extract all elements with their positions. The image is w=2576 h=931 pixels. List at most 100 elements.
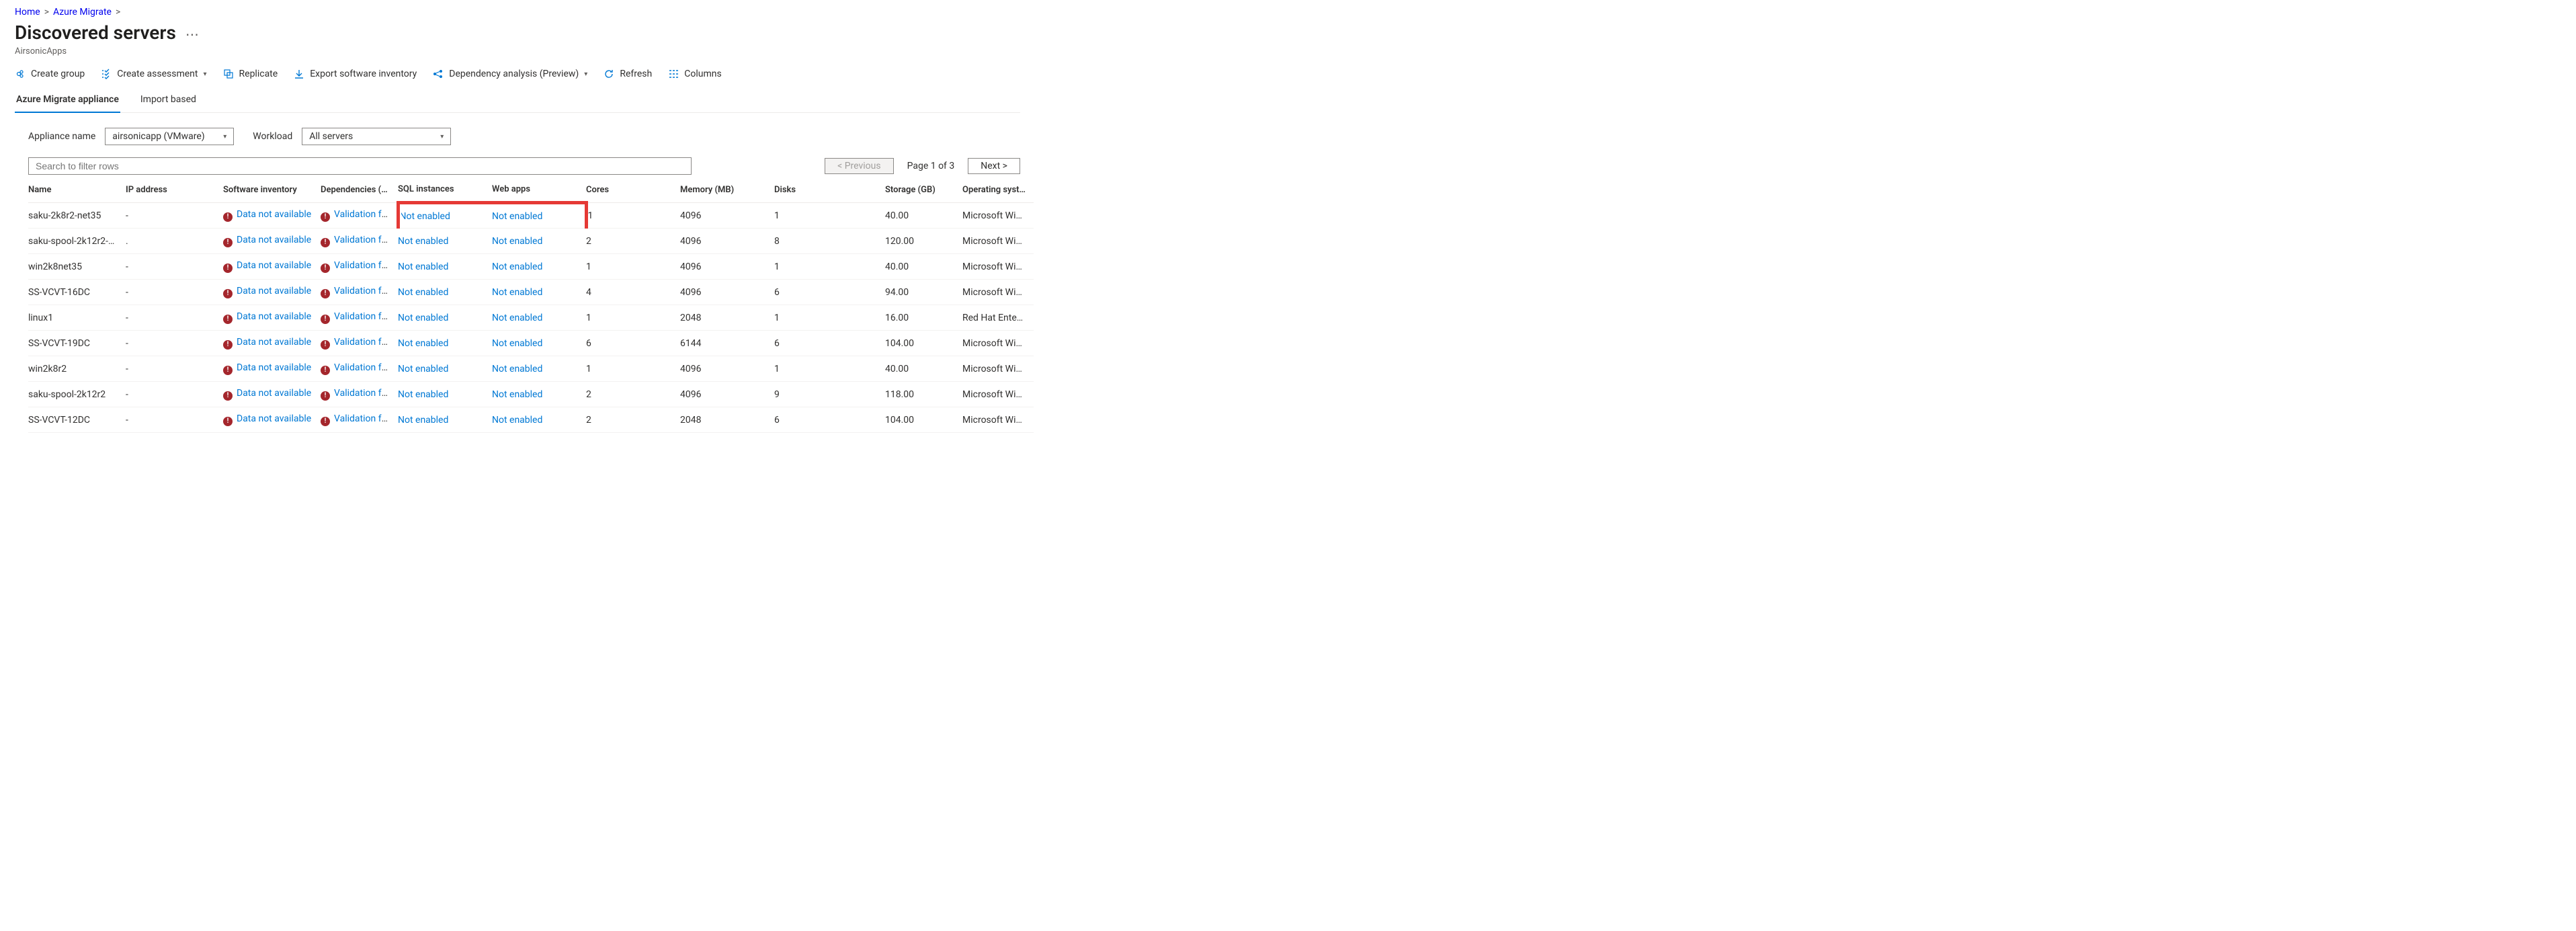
software-inventory-link[interactable]: Data not available: [237, 413, 311, 424]
cell-sql-instances[interactable]: Not enabled: [398, 229, 492, 254]
web-apps-link[interactable]: Not enabled: [492, 211, 542, 222]
software-inventory-link[interactable]: Data not available: [237, 311, 311, 322]
dependency-analysis-button[interactable]: Dependency analysis (Preview) ▾: [433, 69, 587, 79]
web-apps-link[interactable]: Not enabled: [492, 287, 542, 298]
cell-web-apps[interactable]: Not enabled: [492, 356, 586, 382]
cell-dependencies[interactable]: !Validation failed: [321, 305, 398, 331]
cell-software-inventory[interactable]: !Data not available: [223, 280, 321, 305]
cell-sql-instances[interactable]: Not enabled: [398, 203, 492, 229]
software-inventory-link[interactable]: Data not available: [237, 388, 311, 399]
cell-software-inventory[interactable]: !Data not available: [223, 305, 321, 331]
table-row[interactable]: saku-spool-2k12r2-o….!Data not available…: [28, 229, 1034, 254]
sql-instances-link[interactable]: Not enabled: [398, 389, 448, 400]
table-row[interactable]: SS-VCVT-19DC-!Data not available!Validat…: [28, 331, 1034, 356]
table-row[interactable]: SS-VCVT-12DC-!Data not available!Validat…: [28, 407, 1034, 433]
col-os[interactable]: Operating system: [962, 177, 1034, 203]
cell-software-inventory[interactable]: !Data not available: [223, 254, 321, 280]
cell-dependencies[interactable]: !Validation failed: [321, 382, 398, 407]
cell-sql-instances[interactable]: Not enabled: [398, 407, 492, 433]
cell-dependencies[interactable]: !Validation failed: [321, 254, 398, 280]
table-row[interactable]: saku-2k8r2-net35-!Data not available!Val…: [28, 203, 1034, 229]
search-input[interactable]: [28, 157, 692, 175]
dependencies-link[interactable]: Validation failed: [334, 235, 398, 245]
previous-button[interactable]: < Previous: [825, 158, 893, 174]
cell-sql-instances[interactable]: Not enabled: [398, 305, 492, 331]
dependencies-link[interactable]: Validation failed: [334, 209, 398, 220]
web-apps-link[interactable]: Not enabled: [492, 415, 542, 426]
refresh-button[interactable]: Refresh: [604, 69, 652, 79]
software-inventory-link[interactable]: Data not available: [237, 362, 311, 373]
breadcrumb-azure-migrate[interactable]: Azure Migrate: [53, 7, 112, 17]
web-apps-link[interactable]: Not enabled: [492, 338, 542, 349]
cell-web-apps[interactable]: Not enabled: [492, 254, 586, 280]
tab-azure-migrate-appliance[interactable]: Azure Migrate appliance: [15, 89, 120, 113]
cell-software-inventory[interactable]: !Data not available: [223, 229, 321, 254]
table-row[interactable]: win2k8net35-!Data not available!Validati…: [28, 254, 1034, 280]
col-web-apps[interactable]: Web apps: [492, 177, 586, 203]
software-inventory-link[interactable]: Data not available: [237, 209, 311, 220]
sql-instances-link[interactable]: Not enabled: [398, 415, 448, 426]
appliance-name-dropdown[interactable]: airsonicapp (VMware) ▾: [105, 128, 234, 145]
cell-web-apps[interactable]: Not enabled: [492, 203, 586, 229]
more-actions-icon[interactable]: ⋯: [185, 28, 200, 41]
col-storage[interactable]: Storage (GB): [885, 177, 962, 203]
export-inventory-button[interactable]: Export software inventory: [294, 69, 417, 79]
sql-instances-link[interactable]: Not enabled: [398, 261, 448, 272]
dependencies-link[interactable]: Validation failed: [334, 260, 398, 271]
table-row[interactable]: SS-VCVT-16DC-!Data not available!Validat…: [28, 280, 1034, 305]
software-inventory-link[interactable]: Data not available: [237, 235, 311, 245]
cell-web-apps[interactable]: Not enabled: [492, 407, 586, 433]
col-sql-instances[interactable]: SQL instances: [398, 177, 492, 203]
table-row[interactable]: win2k8r2-!Data not available!Validation …: [28, 356, 1034, 382]
cell-software-inventory[interactable]: !Data not available: [223, 382, 321, 407]
breadcrumb-home[interactable]: Home: [15, 7, 40, 17]
col-disks[interactable]: Disks: [774, 177, 885, 203]
dependencies-link[interactable]: Validation failed: [334, 286, 398, 296]
web-apps-link[interactable]: Not enabled: [492, 236, 542, 247]
dependencies-link[interactable]: Validation failed: [334, 388, 398, 399]
sql-instances-link[interactable]: Not enabled: [398, 287, 448, 298]
dependencies-link[interactable]: Validation failed: [334, 311, 398, 322]
dependencies-link[interactable]: Validation failed: [334, 362, 398, 373]
software-inventory-link[interactable]: Data not available: [237, 286, 311, 296]
cell-software-inventory[interactable]: !Data not available: [223, 407, 321, 433]
col-name[interactable]: Name: [28, 177, 126, 203]
cell-dependencies[interactable]: !Validation failed: [321, 229, 398, 254]
cell-sql-instances[interactable]: Not enabled: [398, 356, 492, 382]
cell-web-apps[interactable]: Not enabled: [492, 305, 586, 331]
web-apps-link[interactable]: Not enabled: [492, 389, 542, 400]
cell-sql-instances[interactable]: Not enabled: [398, 382, 492, 407]
table-row[interactable]: linux1-!Data not available!Validation fa…: [28, 305, 1034, 331]
cell-dependencies[interactable]: !Validation failed: [321, 203, 398, 229]
cell-software-inventory[interactable]: !Data not available: [223, 203, 321, 229]
create-group-button[interactable]: Create group: [15, 69, 85, 79]
software-inventory-link[interactable]: Data not available: [237, 337, 311, 348]
web-apps-link[interactable]: Not enabled: [492, 261, 542, 272]
columns-button[interactable]: Columns: [668, 69, 721, 79]
cell-web-apps[interactable]: Not enabled: [492, 229, 586, 254]
sql-instances-link[interactable]: Not enabled: [398, 313, 448, 323]
cell-web-apps[interactable]: Not enabled: [492, 382, 586, 407]
sql-instances-link[interactable]: Not enabled: [398, 338, 448, 349]
dependencies-link[interactable]: Validation failed: [334, 337, 398, 348]
cell-dependencies[interactable]: !Validation failed: [321, 280, 398, 305]
col-ip[interactable]: IP address: [126, 177, 223, 203]
cell-software-inventory[interactable]: !Data not available: [223, 331, 321, 356]
cell-sql-instances[interactable]: Not enabled: [398, 254, 492, 280]
create-assessment-button[interactable]: Create assessment ▾: [101, 69, 206, 79]
web-apps-link[interactable]: Not enabled: [492, 313, 542, 323]
col-cores[interactable]: Cores: [586, 177, 680, 203]
cell-web-apps[interactable]: Not enabled: [492, 331, 586, 356]
col-memory[interactable]: Memory (MB): [680, 177, 774, 203]
software-inventory-link[interactable]: Data not available: [237, 260, 311, 271]
workload-dropdown[interactable]: All servers ▾: [302, 128, 451, 145]
next-button[interactable]: Next >: [968, 158, 1020, 174]
cell-dependencies[interactable]: !Validation failed: [321, 407, 398, 433]
cell-dependencies[interactable]: !Validation failed: [321, 331, 398, 356]
web-apps-link[interactable]: Not enabled: [492, 364, 542, 374]
tab-import-based[interactable]: Import based: [139, 89, 198, 112]
table-row[interactable]: saku-spool-2k12r2-!Data not available!Va…: [28, 382, 1034, 407]
sql-instances-link[interactable]: Not enabled: [398, 364, 448, 374]
cell-dependencies[interactable]: !Validation failed: [321, 356, 398, 382]
dependencies-link[interactable]: Validation failed: [334, 413, 398, 424]
